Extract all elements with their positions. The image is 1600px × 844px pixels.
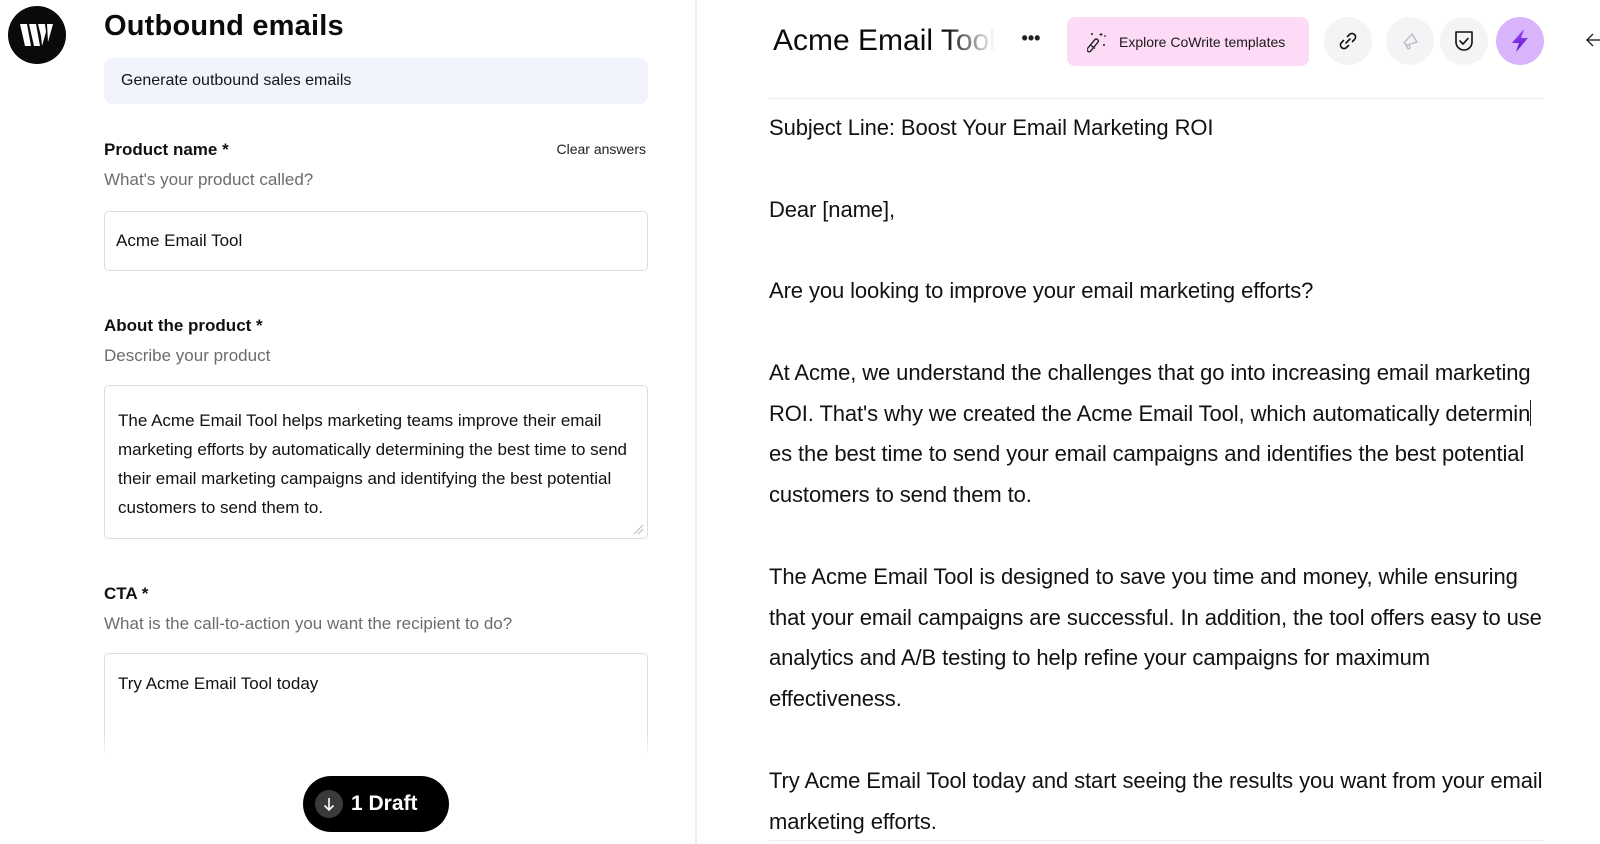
megaphone-icon — [1403, 33, 1418, 50]
drafts-button-label: 1 Draft — [351, 792, 418, 815]
document-title[interactable]: Acme Email Tool — [773, 20, 995, 62]
paragraph-2-part-b: es the best time to send your email camp… — [769, 441, 1525, 508]
cta-value: Try Acme Email Tool today — [118, 674, 319, 693]
explore-templates-button[interactable]: Explore CoWrite templates — [1067, 17, 1309, 66]
cta-hint: What is the call-to-action you want the … — [104, 614, 513, 633]
app-logo[interactable] — [8, 6, 66, 64]
email-paragraph-4: Try Acme Email Tool today and start seei… — [769, 767, 1543, 834]
email-paragraph-3: The Acme Email Tool is designed to save … — [769, 563, 1542, 712]
lightning-bolt-icon — [1512, 30, 1528, 52]
magic-wand-icon — [1087, 32, 1106, 53]
drafts-button[interactable]: 1 Draft — [303, 776, 449, 832]
template-description: Generate outbound sales emails — [104, 58, 648, 104]
scroll-fade — [100, 735, 652, 765]
link-icon — [1339, 32, 1357, 50]
about-product-value: The Acme Email Tool helps marketing team… — [118, 411, 627, 517]
generate-button[interactable] — [1496, 17, 1544, 65]
plagiarism-check-button[interactable] — [1440, 17, 1488, 65]
form-panel: Outbound emails Generate outbound sales … — [0, 0, 697, 844]
about-product-textarea[interactable]: The Acme Email Tool helps marketing team… — [104, 385, 648, 539]
product-name-hint: What's your product called? — [104, 170, 314, 189]
product-name-input[interactable]: Acme Email Tool — [104, 211, 648, 271]
resize-grip-icon[interactable] — [632, 523, 644, 535]
logo-w-icon — [20, 24, 53, 46]
page-title: Outbound emails — [104, 10, 344, 42]
editor-bottom-divider — [769, 840, 1544, 841]
text-caret — [1529, 399, 1531, 426]
cta-label: CTA * — [104, 584, 149, 603]
email-greeting: Dear [name], — [769, 196, 895, 222]
arrow-down-icon — [315, 790, 343, 818]
header-divider — [769, 98, 1544, 99]
arrow-left-icon[interactable] — [1584, 30, 1600, 50]
clear-answers-link[interactable]: Clear answers — [557, 141, 646, 157]
product-name-value: Acme Email Tool — [116, 231, 243, 250]
product-name-label: Product name * — [104, 140, 229, 159]
announce-button[interactable] — [1386, 17, 1434, 65]
paragraph-2-part-a: At Acme, we understand the challenges th… — [769, 359, 1531, 426]
document-panel: Acme Email Tool ••• Explore CoWrite temp… — [699, 0, 1600, 844]
more-options-button[interactable]: ••• — [1019, 28, 1043, 52]
shield-check-icon — [1455, 31, 1473, 51]
email-paragraph-1: Are you looking to improve your email ma… — [769, 278, 1314, 304]
email-paragraph-2: At Acme, we understand the challenges th… — [769, 353, 1544, 516]
about-product-hint: Describe your product — [104, 346, 271, 365]
copy-link-button[interactable] — [1324, 17, 1372, 65]
email-subject: Subject Line: Boost Your Email Marketing… — [769, 115, 1214, 140]
explore-templates-label: Explore CoWrite templates — [1119, 33, 1286, 50]
about-product-label: About the product * — [104, 316, 263, 335]
app-root: Outbound emails Generate outbound sales … — [0, 0, 1600, 844]
email-editor[interactable]: Subject Line: Boost Your Email Marketing… — [769, 108, 1544, 842]
